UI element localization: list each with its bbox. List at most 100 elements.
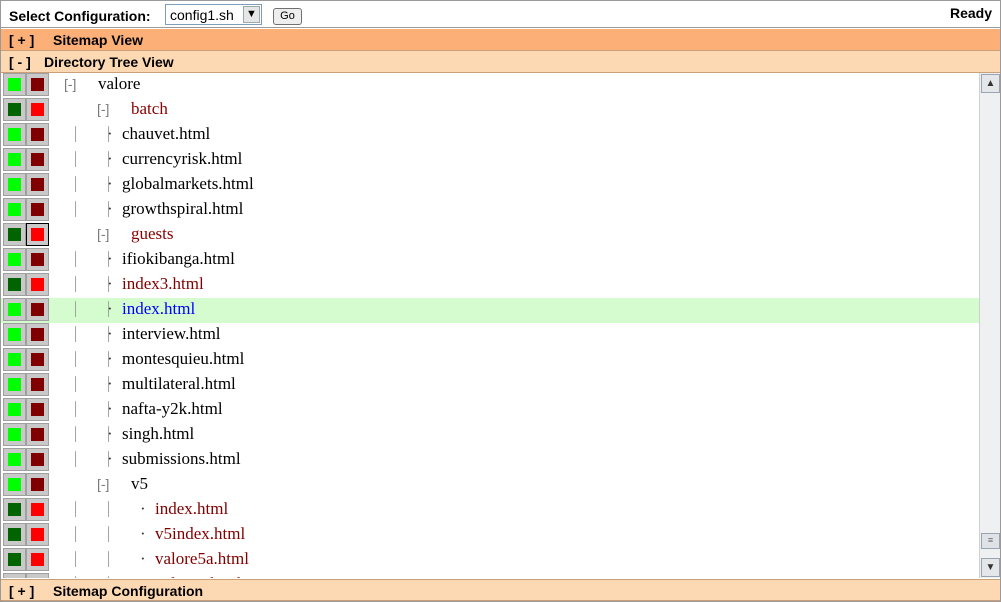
file-name[interactable]: chauvet.html [122,124,210,144]
tree-row[interactable]: │ │ · index.html [1,298,979,323]
scroll-thumb[interactable]: ≡ [981,533,1000,549]
include-toggle-button[interactable] [3,348,26,371]
include-toggle-button[interactable] [3,298,26,321]
exclude-toggle-button[interactable] [26,198,49,221]
tree-row[interactable]: │ │ · multilateral.html [1,373,979,398]
file-name[interactable]: index.html [155,499,228,519]
exclude-toggle-button[interactable] [26,223,49,246]
tree-row[interactable]: │ │ · ifiokibanga.html [1,248,979,273]
file-name[interactable]: nafta-y2k.html [122,399,223,419]
tree-row[interactable]: │ │ · index3.html [1,273,979,298]
include-toggle-button[interactable] [3,498,26,521]
file-name[interactable]: singh.html [122,424,194,444]
sitemap-view-toggle[interactable]: [ + ] [9,32,34,48]
folder-name[interactable]: batch [131,99,168,119]
tree-row[interactable]: [-] v5 [1,473,979,498]
exclude-toggle-button[interactable] [26,173,49,196]
exclude-toggle-button[interactable] [26,423,49,446]
folder-name[interactable]: v5 [131,474,148,494]
exclude-toggle-button[interactable] [26,448,49,471]
folder-expander-toggle[interactable]: [-] [97,101,109,117]
include-toggle-button[interactable] [3,223,26,246]
include-toggle-button[interactable] [3,123,26,146]
file-name[interactable]: multilateral.html [122,374,236,394]
exclude-toggle-button[interactable] [26,523,49,546]
tree-row[interactable]: │ │ · chauvet.html [1,123,979,148]
exclude-toggle-button[interactable] [26,323,49,346]
tree-row[interactable]: │ │ · interview.html [1,323,979,348]
exclude-toggle-button[interactable] [26,348,49,371]
exclude-toggle-button[interactable] [26,248,49,271]
file-name[interactable]: valore5.html [155,574,241,578]
include-toggle-button[interactable] [3,148,26,171]
file-name[interactable]: interview.html [122,324,221,344]
include-toggle-button[interactable] [3,273,26,296]
exclude-toggle-button[interactable] [26,548,49,571]
folder-expander-toggle[interactable]: [-] [97,476,109,492]
tree-row[interactable]: [-] valore [1,73,979,98]
file-name[interactable]: growthspiral.html [122,199,243,219]
include-toggle-button[interactable] [3,373,26,396]
include-toggle-button[interactable] [3,473,26,496]
file-name[interactable]: index3.html [122,274,204,294]
directory-tree-header[interactable]: [ - ] Directory Tree View [1,51,1000,73]
exclude-toggle-button[interactable] [26,73,49,96]
exclude-toggle-button[interactable] [26,298,49,321]
sitemap-configuration-toggle[interactable]: [ + ] [9,583,34,599]
include-toggle-button[interactable] [3,573,26,578]
exclude-toggle-button[interactable] [26,573,49,578]
include-toggle-button[interactable] [3,423,26,446]
exclude-toggle-button[interactable] [26,373,49,396]
include-toggle-button[interactable] [3,173,26,196]
exclude-toggle-button[interactable] [26,98,49,121]
sitemap-view-header[interactable]: [ + ] Sitemap View [1,29,1000,51]
file-name[interactable]: submissions.html [122,449,241,469]
tree-row[interactable]: │ │ · nafta-y2k.html [1,398,979,423]
tree-row[interactable]: [-] guests [1,223,979,248]
sitemap-configuration-header[interactable]: [ + ] Sitemap Configuration [1,579,1000,601]
tree-row[interactable]: │ │ · index.html [1,498,979,523]
folder-expander-toggle[interactable]: [-] [97,226,109,242]
configuration-select[interactable]: config1.sh ▼ [165,4,262,25]
include-toggle-button[interactable] [3,398,26,421]
scroll-down-icon[interactable]: ▼ [981,558,1000,577]
file-name[interactable]: valore5a.html [155,549,249,569]
go-button[interactable]: Go [273,8,302,25]
include-toggle-button[interactable] [3,73,26,96]
include-toggle-button[interactable] [3,523,26,546]
file-name[interactable]: index.html [122,299,195,319]
exclude-toggle-button[interactable] [26,498,49,521]
file-name[interactable]: montesquieu.html [122,349,244,369]
exclude-toggle-button[interactable] [26,473,49,496]
exclude-toggle-button[interactable] [26,148,49,171]
tree-row[interactable]: │ │ · submissions.html [1,448,979,473]
file-name[interactable]: v5index.html [155,524,245,544]
folder-expander-toggle[interactable]: [-] [64,76,76,92]
tree-row[interactable]: │ │ · globalmarkets.html [1,173,979,198]
file-name[interactable]: globalmarkets.html [122,174,254,194]
tree-row[interactable]: │ │ · valore5a.html [1,548,979,573]
include-toggle-button[interactable] [3,323,26,346]
tree-row[interactable]: │ │ · currencyrisk.html [1,148,979,173]
tree-row[interactable]: │ │ · singh.html [1,423,979,448]
tree-row[interactable]: │ │ · valore5.html [1,573,979,578]
tree-scrollbar[interactable]: ▲ ≡ ▼ [979,73,1000,578]
file-name[interactable]: ifiokibanga.html [122,249,235,269]
tree-row[interactable]: │ │ · montesquieu.html [1,348,979,373]
exclude-toggle-button[interactable] [26,273,49,296]
folder-name[interactable]: valore [98,74,140,94]
exclude-toggle-button[interactable] [26,123,49,146]
chevron-down-icon[interactable]: ▼ [243,6,260,23]
directory-tree-toggle[interactable]: [ - ] [9,54,31,70]
tree-row[interactable]: │ │ · growthspiral.html [1,198,979,223]
folder-name[interactable]: guests [131,224,174,244]
exclude-toggle-button[interactable] [26,398,49,421]
include-toggle-button[interactable] [3,248,26,271]
tree-row[interactable]: │ │ · v5index.html [1,523,979,548]
include-toggle-button[interactable] [3,98,26,121]
include-toggle-button[interactable] [3,448,26,471]
file-name[interactable]: currencyrisk.html [122,149,242,169]
tree-row[interactable]: [-] batch [1,98,979,123]
include-toggle-button[interactable] [3,548,26,571]
scroll-up-icon[interactable]: ▲ [981,74,1000,93]
